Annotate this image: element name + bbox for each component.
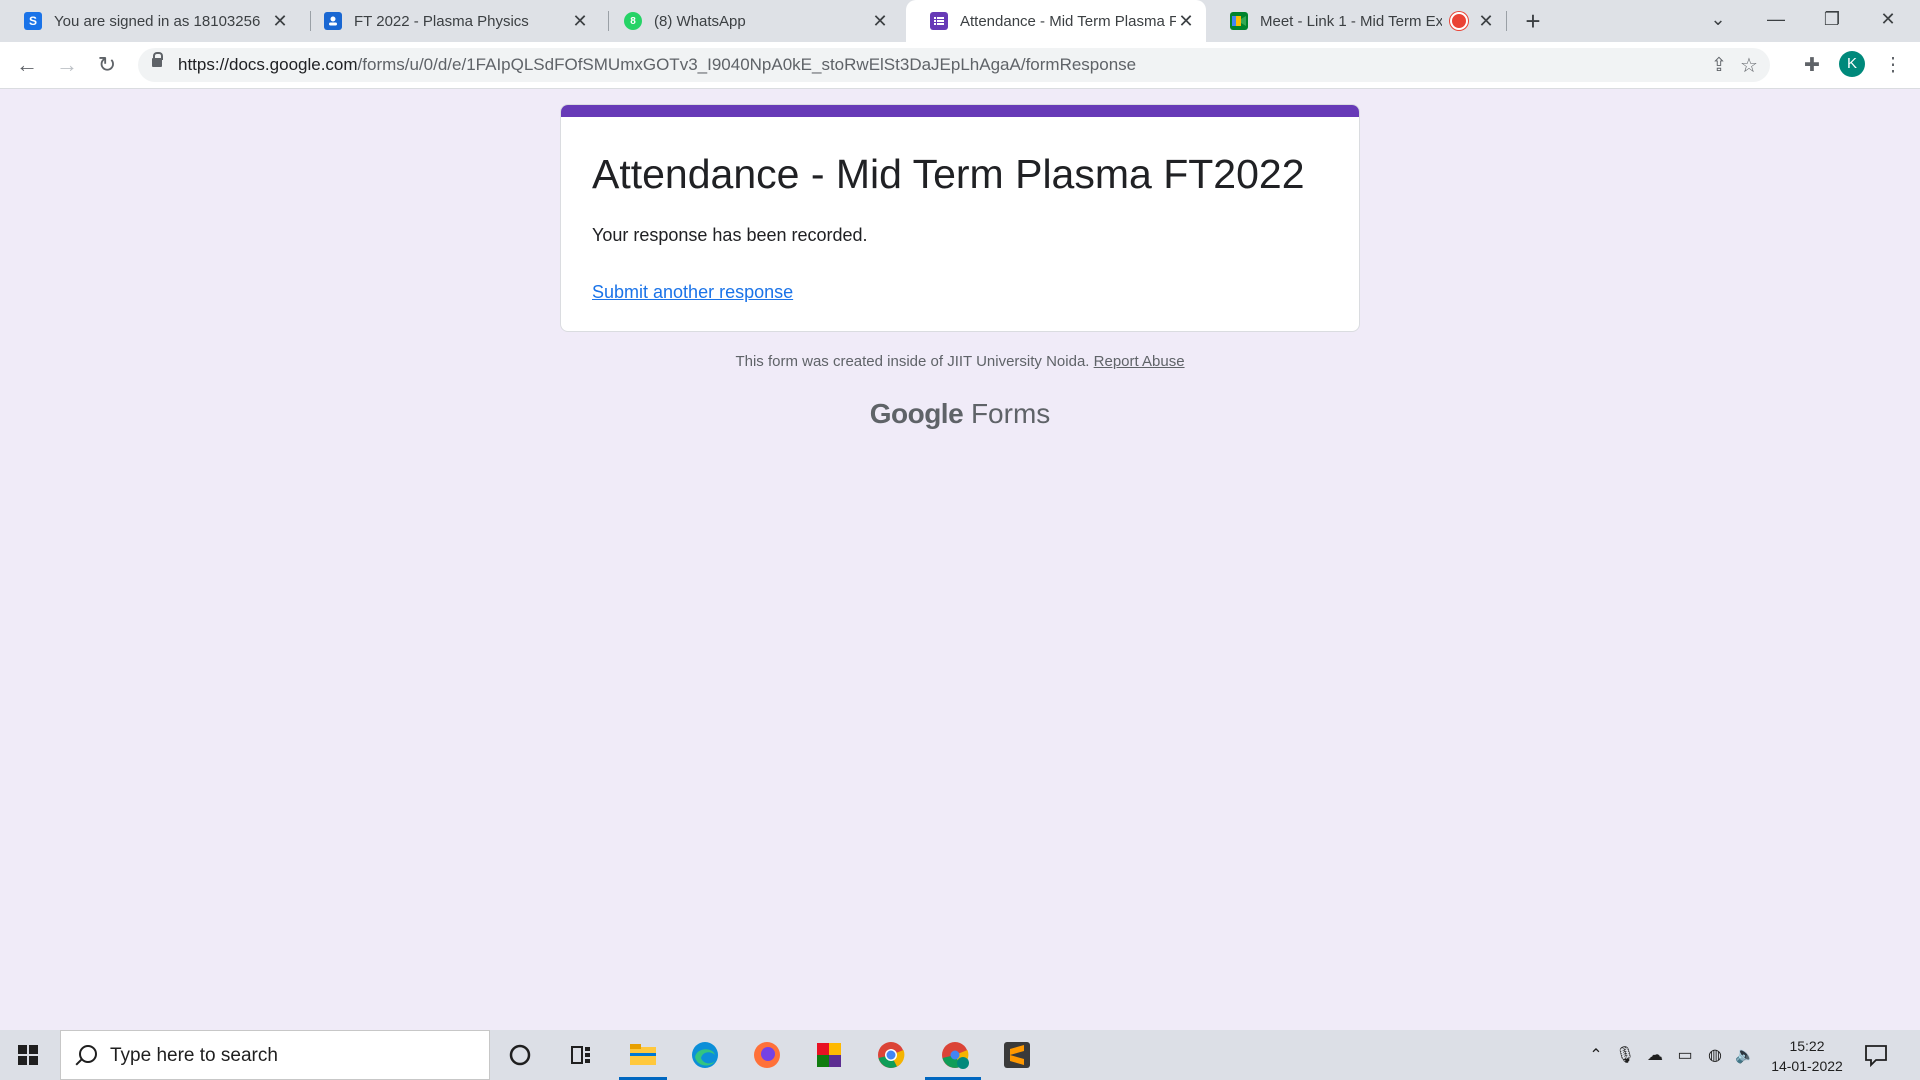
tab-classroom[interactable]: FT 2022 - Plasma Physics ✕ xyxy=(300,0,600,42)
meet-icon xyxy=(1230,12,1248,30)
onedrive-icon[interactable]: ☁ xyxy=(1644,1045,1666,1065)
url-text[interactable]: https://docs.google.com/forms/u/0/d/e/1F… xyxy=(178,55,1136,75)
show-hidden-icons-icon[interactable]: ⌃ xyxy=(1585,1045,1607,1065)
lock-icon xyxy=(152,52,163,67)
tab-divider xyxy=(1506,11,1507,31)
tab-title: FT 2022 - Plasma Physics xyxy=(354,12,529,30)
clock-time: 15:22 xyxy=(1789,1038,1825,1054)
restore-button[interactable]: ❐ xyxy=(1804,0,1860,40)
accent-band xyxy=(561,105,1359,117)
network-icon[interactable]: ◍ xyxy=(1704,1045,1726,1065)
close-icon[interactable]: ✕ xyxy=(1476,11,1496,32)
brand-google: Google xyxy=(869,398,964,429)
close-icon[interactable]: ✕ xyxy=(270,11,290,32)
microphone-icon[interactable]: 🎙 xyxy=(1614,1045,1636,1065)
forward-icon[interactable]: → xyxy=(52,50,82,80)
volume-icon[interactable]: 🔈 xyxy=(1734,1045,1756,1065)
close-window-button[interactable]: ✕ xyxy=(1860,0,1916,40)
tab-search-icon[interactable]: ⌄ xyxy=(1690,0,1746,40)
bookmark-star-icon[interactable]: ☆ xyxy=(1738,53,1760,78)
notifications-icon[interactable] xyxy=(1862,1041,1890,1069)
app-icon[interactable] xyxy=(813,1039,845,1071)
taskbar-clock[interactable]: 15:22 14-01-2022 xyxy=(1760,1036,1854,1076)
google-forms-logo[interactable]: Google Forms xyxy=(0,398,1920,430)
tab-title: Meet - Link 1 - Mid Term Exam xyxy=(1260,12,1442,30)
profile-avatar[interactable]: K xyxy=(1839,51,1865,77)
close-icon[interactable]: ✕ xyxy=(570,11,590,32)
s-logo-icon: S xyxy=(24,12,42,30)
reload-icon[interactable]: ↻ xyxy=(92,50,122,80)
taskbar: Type here to search ⌃ 🎙 ☁ ▭ ◍ 🔈 15:22 14… xyxy=(0,1030,1920,1080)
search-placeholder: Type here to search xyxy=(110,1045,278,1066)
edge-icon[interactable] xyxy=(689,1039,721,1071)
search-icon xyxy=(79,1045,97,1063)
tab-attendance-form[interactable]: Attendance - Mid Term Plasma FT2022 ✕ xyxy=(906,0,1206,42)
extensions-icon[interactable]: ✚ xyxy=(1801,54,1823,77)
back-icon[interactable]: ← xyxy=(12,50,42,80)
tab-title: (8) WhatsApp xyxy=(654,12,746,30)
close-icon[interactable]: ✕ xyxy=(1176,11,1196,32)
chrome-profile-icon[interactable] xyxy=(939,1039,971,1071)
footnote-text: This form was created inside of JIIT Uni… xyxy=(735,353,1090,370)
new-tab-button[interactable]: + xyxy=(1518,6,1548,36)
taskbar-search-box[interactable]: Type here to search xyxy=(60,1030,490,1080)
battery-icon[interactable]: ▭ xyxy=(1674,1045,1696,1065)
share-icon[interactable]: ⇪ xyxy=(1708,54,1730,77)
menu-icon[interactable]: ⋮ xyxy=(1882,54,1904,77)
minimize-button[interactable]: — xyxy=(1748,0,1804,40)
tab-meet[interactable]: Meet - Link 1 - Mid Term Exam ✕ xyxy=(1206,0,1506,42)
form-footnote: This form was created inside of JIIT Uni… xyxy=(0,353,1920,370)
firefox-icon[interactable] xyxy=(751,1039,783,1071)
close-icon[interactable]: ✕ xyxy=(870,11,890,32)
forms-icon xyxy=(930,12,948,30)
tab-signed-in[interactable]: S You are signed in as 18103256 ✕ xyxy=(0,0,300,42)
windows-start-icon[interactable] xyxy=(18,1045,38,1065)
recording-icon xyxy=(1450,12,1468,30)
url-host: https://docs.google.com xyxy=(178,55,358,74)
submit-another-link[interactable]: Submit another response xyxy=(592,282,793,303)
cortana-icon[interactable] xyxy=(504,1039,536,1071)
response-card: Attendance - Mid Term Plasma FT2022 Your… xyxy=(560,104,1360,332)
report-abuse-link[interactable]: Report Abuse xyxy=(1094,353,1185,370)
classroom-icon xyxy=(324,12,342,30)
tab-title: Attendance - Mid Term Plasma FT2022 xyxy=(960,12,1176,30)
chrome-icon[interactable] xyxy=(875,1039,907,1071)
task-view-icon[interactable] xyxy=(565,1039,597,1071)
brand-forms: Forms xyxy=(970,398,1051,429)
tab-whatsapp[interactable]: 8 (8) WhatsApp ✕ xyxy=(600,0,900,42)
sublime-text-icon[interactable] xyxy=(1001,1039,1033,1071)
whatsapp-icon: 8 xyxy=(624,12,642,30)
url-path: /forms/u/0/d/e/1FAIpQLSdFOfSMUmxGOTv3_I9… xyxy=(357,55,1137,74)
browser-toolbar: ← → ↻ https://docs.google.com/forms/u/0/… xyxy=(0,42,1920,89)
file-explorer-icon[interactable] xyxy=(627,1039,659,1071)
tab-strip: S You are signed in as 18103256 ✕ FT 202… xyxy=(0,0,1920,42)
confirmation-message: Your response has been recorded. xyxy=(592,225,868,245)
address-bar[interactable]: https://docs.google.com/forms/u/0/d/e/1F… xyxy=(138,48,1770,82)
form-title: Attendance - Mid Term Plasma FT2022 xyxy=(592,151,1305,197)
clock-date: 14-01-2022 xyxy=(1771,1058,1843,1074)
tab-title: You are signed in as 18103256 xyxy=(54,12,261,30)
